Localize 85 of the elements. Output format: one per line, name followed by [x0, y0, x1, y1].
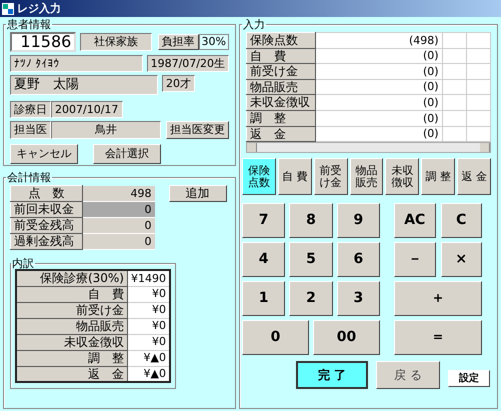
- keypad-button[interactable]: 3: [336, 281, 380, 316]
- row-value: 0: [82, 218, 154, 234]
- visit-date-label: 診療日: [10, 100, 51, 118]
- settings-button[interactable]: 設定: [448, 370, 490, 388]
- category-button[interactable]: 自 費: [278, 158, 312, 196]
- row-value: ¥▲0: [128, 350, 170, 366]
- row-value: 0: [82, 202, 154, 218]
- keypad-button[interactable]: 7: [242, 203, 286, 238]
- row-label: 未収金徴収: [246, 94, 316, 110]
- section-title: 患者情報: [6, 19, 52, 30]
- keypad-button[interactable]: 00: [312, 320, 380, 356]
- visit-date: 2007/10/17: [51, 100, 123, 118]
- keypad-button[interactable]: 5: [289, 242, 333, 278]
- row-label: 自 費: [16, 286, 128, 302]
- add-button[interactable]: 追加: [168, 185, 226, 202]
- keypad-button[interactable]: ×: [440, 242, 482, 278]
- section-title: 入力: [242, 19, 266, 30]
- category-button[interactable]: 調 整: [421, 158, 456, 196]
- keypad-button[interactable]: 8: [289, 203, 333, 238]
- row-label: 返 金: [16, 366, 128, 382]
- doctor-label: 担当医: [10, 121, 51, 139]
- keypad-button[interactable]: 9: [336, 203, 380, 238]
- action-button[interactable]: 会計選択: [93, 144, 161, 164]
- row-value: ¥0: [128, 318, 170, 334]
- category-button[interactable]: 未収 徴収: [385, 158, 420, 196]
- row-value: ¥▲0: [128, 366, 170, 382]
- category-button[interactable]: 前受 け金: [314, 158, 348, 196]
- row-value: 0: [82, 234, 154, 250]
- burden-rate-label: 負担率: [158, 34, 199, 50]
- scrollbar[interactable]: [246, 142, 491, 154]
- patient-id-field[interactable]: 11586: [10, 32, 76, 52]
- row-label: 前回未収金: [10, 202, 82, 218]
- row-value: (0): [316, 110, 442, 126]
- action-button[interactable]: キャンセル: [10, 144, 78, 164]
- keypad-button[interactable]: 4: [242, 242, 286, 278]
- row-label: 前受け金: [16, 302, 128, 318]
- keypad-button[interactable]: －: [394, 242, 436, 278]
- row-value: 498: [82, 186, 154, 202]
- row-value: ¥0: [128, 334, 170, 350]
- row-label: 保険診療(30%): [16, 270, 128, 286]
- row-label: 自 費: [246, 48, 316, 64]
- keypad-button[interactable]: 2: [289, 281, 333, 316]
- keypad-button[interactable]: C: [440, 203, 482, 238]
- section-title: 会計情報: [6, 172, 52, 183]
- row-value: (498): [316, 32, 442, 48]
- category-button[interactable]: 保険 点数: [242, 158, 276, 196]
- keypad-button[interactable]: ＝: [394, 320, 482, 356]
- row-label: 保険点数: [246, 32, 316, 48]
- row-label: 調 整: [246, 110, 316, 126]
- row-value: (0): [316, 94, 442, 110]
- keypad-button[interactable]: 0: [242, 320, 309, 356]
- doctor-name: 鳥井: [51, 121, 161, 139]
- row-label: 返 金: [246, 126, 316, 142]
- row-value: ¥0: [128, 286, 170, 302]
- window-title: レジ入力: [17, 2, 61, 16]
- row-value: (0): [316, 64, 442, 80]
- row-label: 物品販売: [246, 79, 316, 95]
- row-label: 未収金徴収: [16, 334, 128, 350]
- insurance-type: 社保家族: [80, 33, 152, 51]
- row-label: 物品販売: [16, 318, 128, 334]
- row-label: 前受金残高: [10, 218, 82, 234]
- patient-name: 夏野 太陽: [10, 75, 158, 95]
- row-label: 過剰金残高: [10, 234, 82, 250]
- row-value: (0): [316, 79, 442, 95]
- kana-name: ﾅﾂﾉ ﾀｲﾖｳ: [10, 55, 143, 72]
- section-title: 内訳: [11, 258, 35, 269]
- birth-date: 1987/07/20生: [146, 55, 229, 72]
- age: 20才: [162, 75, 195, 92]
- back-button[interactable]: 戻 る: [376, 361, 440, 390]
- burden-rate: 30%: [198, 34, 229, 50]
- row-value: ¥0: [128, 302, 170, 318]
- keypad-button[interactable]: 1: [242, 281, 286, 316]
- row-label: 前受け金: [246, 64, 316, 80]
- row-value: ¥1490: [128, 270, 170, 286]
- category-button[interactable]: 物品 販売: [350, 158, 384, 196]
- row-label: 調 整: [16, 350, 128, 366]
- row-label: 点 数: [10, 186, 82, 202]
- keypad-button[interactable]: 6: [336, 242, 380, 278]
- keypad-button[interactable]: ＋: [394, 281, 482, 316]
- category-button[interactable]: 返 金: [457, 158, 492, 196]
- app-icon: [2, 2, 14, 14]
- done-button[interactable]: 完 了: [296, 361, 368, 390]
- keypad-button[interactable]: AC: [394, 203, 436, 238]
- change-doctor-button[interactable]: 担当医変更: [166, 120, 229, 139]
- row-value: (0): [316, 48, 442, 64]
